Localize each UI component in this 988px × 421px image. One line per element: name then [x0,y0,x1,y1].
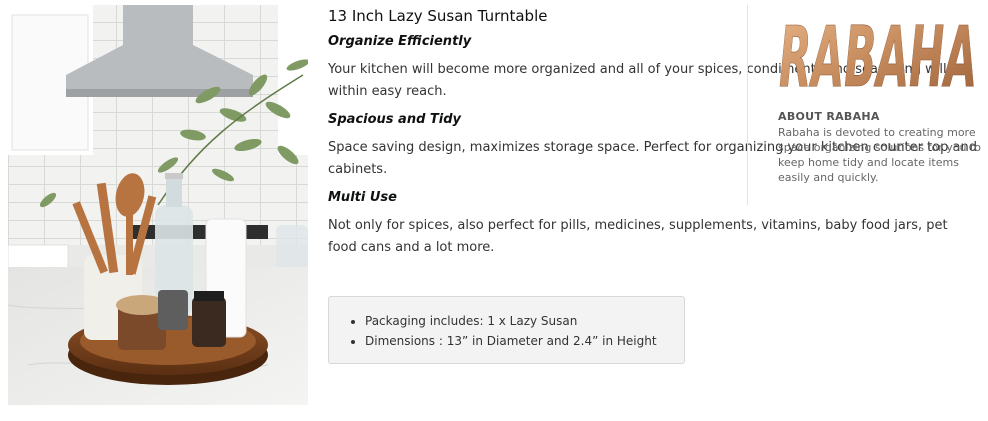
product-image [8,5,308,405]
section-text-multi-use: Not only for spices, also perfect for pi… [328,218,948,255]
about-heading: ABOUT RABAHA [778,110,880,123]
column-divider [747,5,748,205]
brand-logo: RABAHA [779,8,978,96]
about-text: Rabaha is devoted to creating more space… [778,126,982,184]
about-brand: RABAHA ABOUT RABAHA Rabaha is devoted to… [778,8,983,185]
brand-logo-text: RABAHA [779,8,977,96]
feature-dimensions: Dimensions : 13” in Diameter and 2.4” in… [365,331,674,351]
feature-packaging: Packaging includes: 1 x Lazy Susan [365,311,674,331]
features-list: Packaging includes: 1 x Lazy Susan Dimen… [351,311,674,351]
section-heading-multi-use: Multi Use [328,190,397,205]
lazy-susan-photo [8,5,308,405]
features-box: Packaging includes: 1 x Lazy Susan Dimen… [328,296,685,364]
